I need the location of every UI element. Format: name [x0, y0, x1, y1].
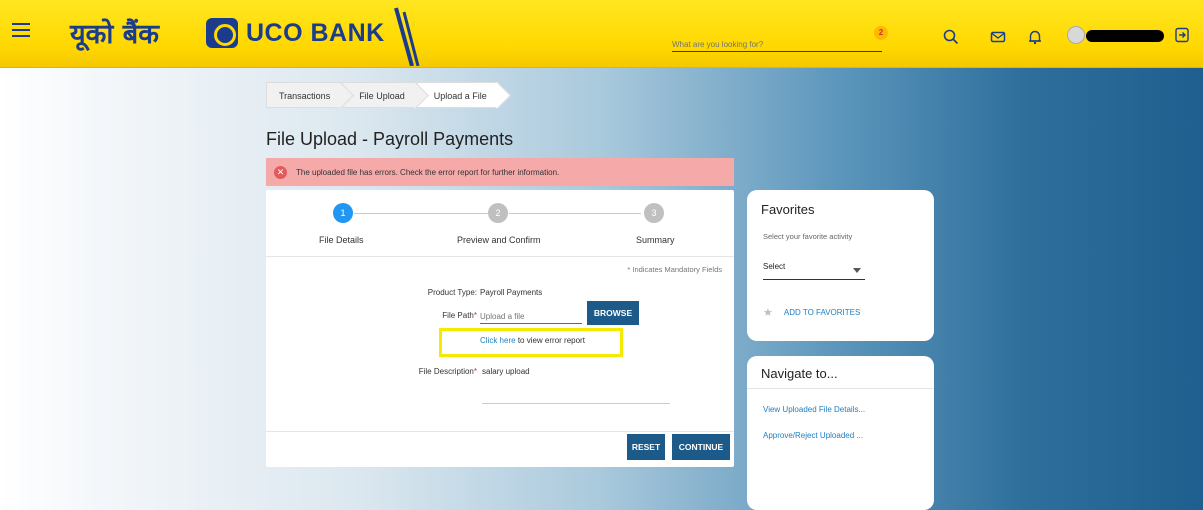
step-2-circle: 2: [488, 203, 508, 223]
error-report-text: Click here to view error report: [480, 336, 585, 345]
navigate-panel: Navigate to... View Uploaded File Detail…: [747, 356, 934, 510]
navigate-title: Navigate to...: [761, 366, 838, 381]
stepper-connector: [509, 213, 641, 214]
chevron-down-icon: [853, 268, 861, 273]
header-stripe-decoration: [394, 7, 420, 66]
breadcrumb: Transactions File Upload Upload a File: [266, 82, 499, 108]
approve-reject-uploaded-link[interactable]: Approve/Reject Uploaded ...: [763, 431, 863, 440]
file-path-label: File Path*: [442, 311, 477, 320]
card-divider: [266, 256, 734, 257]
mail-icon[interactable]: [989, 28, 1007, 46]
file-description-underline: [482, 403, 670, 404]
logout-icon[interactable]: [1173, 26, 1191, 44]
error-icon: ✕: [274, 165, 287, 179]
file-description-value[interactable]: salary upload: [482, 367, 530, 376]
error-report-link[interactable]: Click here: [480, 336, 516, 345]
breadcrumb-transactions[interactable]: Transactions: [266, 82, 343, 108]
favorites-panel: Favorites Select your favorite activity …: [747, 190, 934, 341]
product-type-label: Product Type:: [427, 288, 477, 297]
upload-form-card: 1 2 3 File Details Preview and Confirm S…: [266, 190, 734, 467]
user-avatar[interactable]: [1067, 26, 1085, 44]
file-path-input[interactable]: [480, 310, 582, 324]
bank-emblem-icon: [206, 18, 238, 48]
favorite-activity-select[interactable]: Select: [763, 262, 865, 280]
browse-button[interactable]: BROWSE: [587, 301, 639, 325]
add-to-favorites-link[interactable]: ★ ADD TO FAVORITES: [763, 306, 860, 319]
error-alert: ✕ The uploaded file has errors. Check th…: [266, 158, 734, 186]
notification-count-badge: 2: [874, 26, 888, 40]
bell-icon[interactable]: [1026, 28, 1044, 46]
reset-button[interactable]: RESET: [627, 434, 665, 460]
navigate-divider: [747, 388, 934, 389]
page-title: File Upload - Payroll Payments: [266, 129, 514, 149]
stepper-connector: [354, 213, 488, 214]
step-3-circle: 3: [644, 203, 664, 223]
search-bar: [672, 34, 882, 53]
card-footer-divider: [266, 431, 734, 432]
alert-message: The uploaded file has errors. Check the …: [296, 167, 560, 177]
top-header: यूको बैंक UCO BANK 2: [0, 0, 1203, 68]
star-icon: ★: [763, 307, 773, 319]
step-1-circle: 1: [333, 203, 353, 223]
continue-button[interactable]: CONTINUE: [672, 434, 730, 460]
search-icon[interactable]: [942, 28, 960, 46]
search-input[interactable]: [672, 36, 882, 53]
redacted-username[interactable]: [1086, 30, 1164, 42]
favorites-subtitle: Select your favorite activity: [763, 232, 853, 241]
logo-hindi-text: यूको बैंक: [70, 19, 159, 50]
step-1-label: File Details: [319, 235, 364, 245]
product-type-value: Payroll Payments: [480, 288, 543, 297]
mandatory-note: * Indicates Mandatory Fields: [627, 265, 722, 274]
logo-text: UCO BANK: [246, 19, 385, 47]
favorites-title: Favorites: [761, 202, 815, 217]
hamburger-menu-icon[interactable]: [12, 23, 30, 39]
view-uploaded-file-details-link[interactable]: View Uploaded File Details...: [763, 405, 865, 414]
step-2-label: Preview and Confirm: [457, 235, 541, 245]
file-description-label: File Description*: [418, 367, 477, 376]
step-3-label: Summary: [636, 235, 675, 245]
